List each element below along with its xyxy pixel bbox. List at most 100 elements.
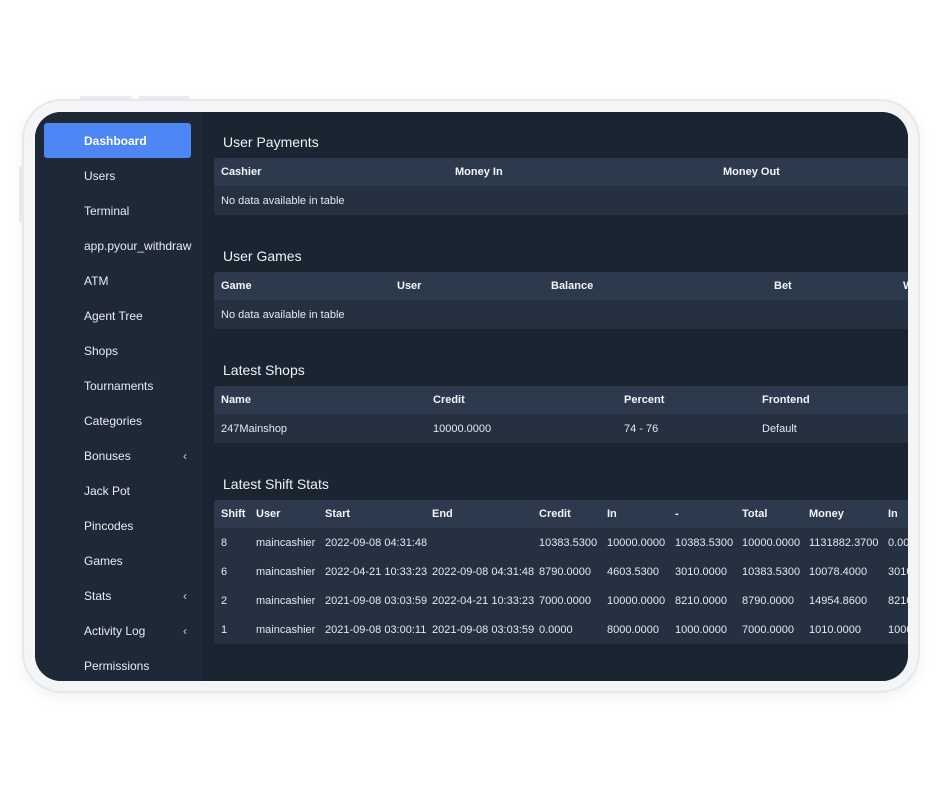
cell-user: maincashier (256, 623, 316, 636)
column-header-money-out[interactable]: Money Out (723, 158, 780, 186)
sidebar-item-pincodes[interactable]: Pincodes (44, 508, 191, 543)
sidebar-item-users[interactable]: Users (44, 158, 191, 193)
column-header-cashier[interactable]: Cashier (221, 158, 261, 186)
cell-in: 10000.0000 (607, 536, 666, 549)
table-row: No data available in table (214, 300, 908, 329)
cell-in: 4603.5300 (607, 565, 659, 578)
cell-money: 10078.4000 (809, 565, 868, 578)
cell-user: maincashier (256, 594, 316, 607)
column-header-in-2[interactable]: In (888, 500, 898, 528)
sidebar-item-label: Categories (84, 413, 143, 428)
cell-end: 2021-09-08 03:03:59 (432, 623, 535, 636)
sidebar-item-terminal[interactable]: Terminal (44, 193, 191, 228)
sidebar-item-label: Bonuses (84, 448, 131, 463)
cell-in-2: 3010 (888, 565, 908, 578)
column-header-balance[interactable]: Balance (551, 272, 593, 300)
cell-credit: 7000.0000 (539, 594, 591, 607)
sidebar-item-label: Users (84, 168, 116, 183)
latest-shops-section: Latest Shops Name Credit Percent Fronten… (214, 340, 908, 443)
cell-in: 10000.0000 (607, 594, 666, 607)
table-row: 247Mainshop 10000.0000 74 - 76 Default (214, 414, 908, 443)
column-header-in[interactable]: In (607, 500, 617, 528)
cell-shift: 2 (221, 594, 228, 607)
table-row: 8 maincashier 2022-09-08 04:31:48 10383.530… (214, 528, 908, 557)
sidebar-item-stats[interactable]: Stats ‹ (44, 578, 191, 613)
cell-start: 2022-04-21 10:33:23 (325, 565, 428, 578)
chevron-left-icon: ‹ (183, 588, 187, 603)
column-header-win[interactable]: W (903, 272, 908, 300)
sidebar-item-jack-pot[interactable]: Jack Pot (44, 473, 191, 508)
shift-stats-table: Shift User Start End Credit In - Total Money In 8… (214, 500, 908, 644)
sidebar-item-agent-tree[interactable]: Agent Tree (44, 298, 191, 333)
column-header-user[interactable]: User (397, 272, 421, 300)
table-row: 6 maincashier 2022-04-21 10:33:23 2022-09-0… (214, 557, 908, 586)
chevron-left-icon: ‹ (183, 623, 187, 638)
sidebar-item-label: Stats (84, 588, 112, 603)
sidebar-item-activity-log[interactable]: Activity Log ‹ (44, 613, 191, 648)
empty-table-message: No data available in table (221, 308, 345, 321)
cell-in-2: 0.00 (888, 536, 908, 549)
sidebar-item-dashboard[interactable]: Dashboard (44, 123, 191, 158)
cell-end: 2022-09-08 04:31:48 (432, 565, 535, 578)
column-header-user[interactable]: User (256, 500, 280, 528)
table-row: No data available in table (214, 186, 908, 215)
cell-user: maincashier (256, 565, 316, 578)
sidebar-item-label: Permissions (84, 658, 150, 673)
column-header-game[interactable]: Game (221, 272, 252, 300)
sidebar-item-app-pyour-withdraw[interactable]: app.pyour_withdraw (44, 228, 191, 263)
cell-end: 2022-04-21 10:33:23 (432, 594, 535, 607)
cell-money: 1131882.3700 (809, 536, 879, 549)
sidebar-item-bonuses[interactable]: Bonuses ‹ (44, 438, 191, 473)
shop-percent: 74 - 76 (624, 422, 659, 435)
column-header-end[interactable]: End (432, 500, 453, 528)
shop-credit: 10000.0000 (433, 422, 492, 435)
sidebar-item-label: Activity Log (84, 623, 146, 638)
sidebar-item-shops[interactable]: Shops (44, 333, 191, 368)
chevron-left-icon: ‹ (183, 448, 187, 463)
column-header-dash[interactable]: - (675, 500, 679, 528)
table-header: Shift User Start End Credit In - Total Money In (214, 500, 908, 528)
sidebar: Dashboard Users Terminal app.pyour_withdraw… (35, 112, 203, 681)
sidebar-item-permissions[interactable]: Permissions (44, 648, 191, 681)
user-games-section: User Games Game User Balance Bet W No da… (214, 226, 908, 329)
column-header-name[interactable]: Name (221, 386, 251, 414)
sidebar-item-atm[interactable]: ATM (44, 263, 191, 298)
cell-start: 2021-09-08 03:00:11 (325, 623, 427, 636)
cell-dash: 3010.0000 (675, 565, 727, 578)
cell-shift: 8 (221, 536, 228, 549)
column-header-money[interactable]: Money (809, 500, 844, 528)
user-payments-section: User Payments Cashier Money In Money Out… (214, 112, 908, 215)
table-row: 2 maincashier 2021-09-08 03:03:59 2022-04-2… (214, 586, 908, 615)
cell-credit: 0.0000 (539, 623, 573, 636)
cell-in-2: 1000 (888, 623, 908, 636)
column-header-percent[interactable]: Percent (624, 386, 664, 414)
sidebar-item-tournaments[interactable]: Tournaments (44, 368, 191, 403)
column-header-credit[interactable]: Credit (539, 500, 571, 528)
sidebar-item-label: Agent Tree (84, 308, 143, 323)
cell-user: maincashier (256, 536, 316, 549)
latest-shops-title: Latest Shops (223, 362, 305, 378)
sidebar-item-label: Dashboard (84, 133, 147, 148)
cell-total: 10000.0000 (742, 536, 801, 549)
column-header-money-in[interactable]: Money In (455, 158, 503, 186)
latest-shops-table: Name Credit Percent Frontend 247Mainshop… (214, 386, 908, 443)
cell-credit: 8790.0000 (539, 565, 591, 578)
sidebar-item-label: Tournaments (84, 378, 154, 393)
column-header-credit[interactable]: Credit (433, 386, 465, 414)
cell-total: 8790.0000 (742, 594, 794, 607)
cell-credit: 10383.5300 (539, 536, 598, 549)
column-header-total[interactable]: Total (742, 500, 767, 528)
column-header-start[interactable]: Start (325, 500, 350, 528)
column-header-frontend[interactable]: Frontend (762, 386, 810, 414)
sidebar-item-games[interactable]: Games (44, 543, 191, 578)
sidebar-item-label: Terminal (84, 203, 130, 218)
cell-start: 2021-09-08 03:03:59 (325, 594, 428, 607)
user-games-table: Game User Balance Bet W No data availabl… (214, 272, 908, 329)
column-header-shift[interactable]: Shift (221, 500, 245, 528)
column-header-bet[interactable]: Bet (774, 272, 792, 300)
sidebar-item-categories[interactable]: Categories (44, 403, 191, 438)
cell-shift: 1 (221, 623, 228, 636)
cell-dash: 8210.0000 (675, 594, 727, 607)
shop-name-link[interactable]: 247Mainshop (221, 414, 287, 443)
table-header: Name Credit Percent Frontend (214, 386, 908, 414)
